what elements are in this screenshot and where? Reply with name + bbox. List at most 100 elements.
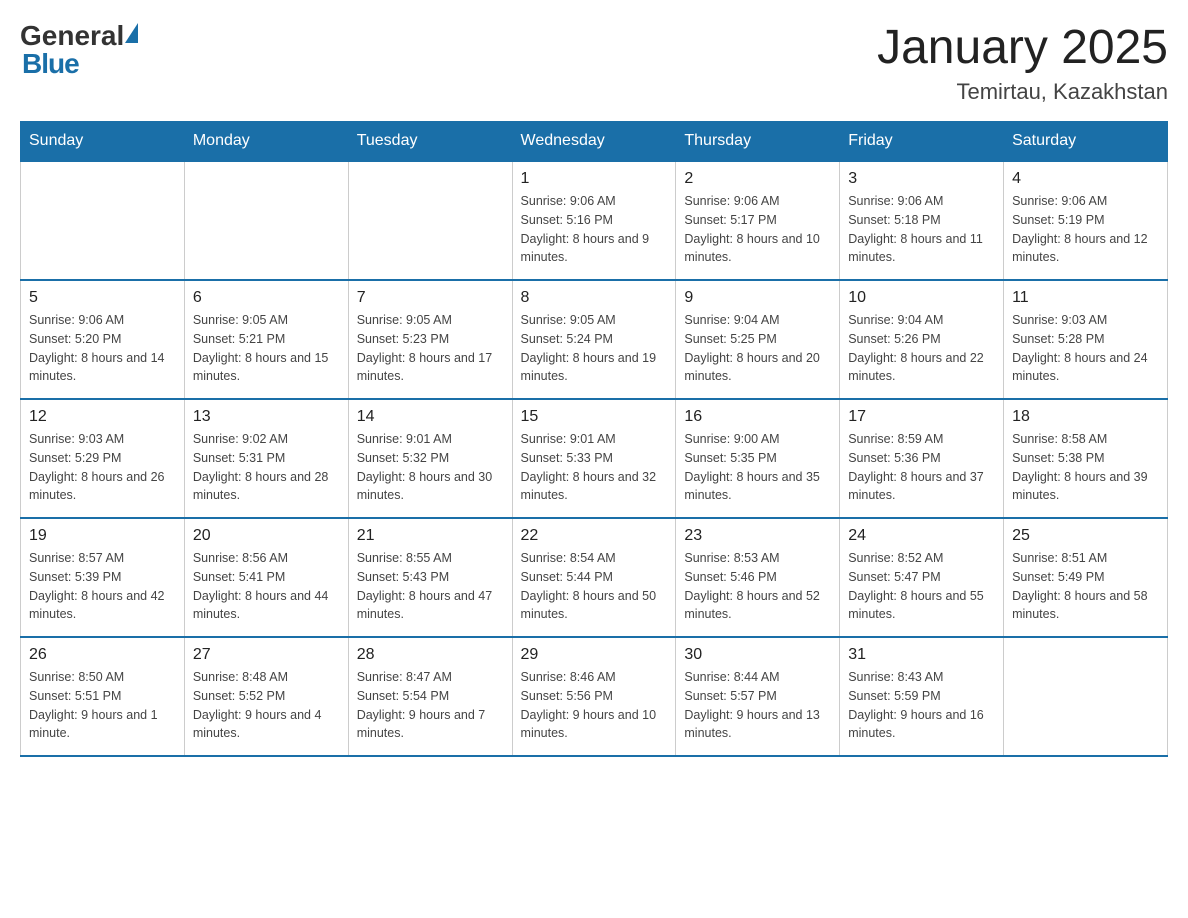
day-number: 23 [684, 527, 831, 545]
calendar-cell: 20Sunrise: 8:56 AM Sunset: 5:41 PM Dayli… [184, 518, 348, 637]
day-number: 2 [684, 170, 831, 188]
col-wednesday: Wednesday [512, 122, 676, 162]
day-number: 14 [357, 408, 504, 426]
calendar-cell: 24 Sunrise: 8:52 AM Sunset: 5:47 PM Dayli… [840, 518, 1004, 637]
day-number: 4 [1012, 170, 1159, 188]
col-friday: Friday [840, 122, 1004, 162]
calendar-cell: 9 Sunrise: 9:04 AM Sunset: 5:25 PM Daylig… [676, 280, 840, 399]
day-info: Sunrise: 9:04 AM Sunset: 5:25 PM Dayligh… [684, 311, 831, 386]
logo: General Blue [20, 20, 138, 80]
day-number: 26 [29, 646, 176, 664]
day-number: 13 [193, 408, 340, 426]
calendar-cell: 28 Sunrise: 8:47 AM Sunset: 5:54 PM Dayli… [348, 637, 512, 756]
calendar-cell: 13 Sunrise: 9:02 AM Sunset: 5:31 PM Dayli… [184, 399, 348, 518]
col-thursday: Thursday [676, 122, 840, 162]
calendar-cell: 31 Sunrise: 8:43 AM Sunset: 5:59 PM Dayli… [840, 637, 1004, 756]
day-info: Sunrise: 8:48 AM Sunset: 5:52 PM Dayligh… [193, 668, 340, 743]
day-number: 3 [848, 170, 995, 188]
calendar-cell: 18 Sunrise: 8:58 AM Sunset: 5:38 PM Dayli… [1004, 399, 1168, 518]
calendar-cell [21, 161, 185, 280]
day-info: Sunrise: 8:55 AM Sunset: 5:43 PM Dayligh… [357, 549, 504, 624]
calendar-cell: 19 Sunrise: 8:57 AM Sunset: 5:39 PM Dayli… [21, 518, 185, 637]
day-info: Sunrise: 9:06 AM Sunset: 5:16 PM Dayligh… [521, 192, 668, 267]
day-info: Sunrise: 8:58 AM Sunset: 5:38 PM Dayligh… [1012, 430, 1159, 505]
day-number: 8 [521, 289, 668, 307]
day-info: Sunrise: 9:02 AM Sunset: 5:31 PM Dayligh… [193, 430, 340, 505]
calendar-cell: 16 Sunrise: 9:00 AM Sunset: 5:35 PM Dayli… [676, 399, 840, 518]
day-number: 16 [684, 408, 831, 426]
day-info: Sunrise: 9:06 AM Sunset: 5:17 PM Dayligh… [684, 192, 831, 267]
calendar-cell: 6Sunrise: 9:05 AM Sunset: 5:21 PM Daylig… [184, 280, 348, 399]
logo-triangle-icon [125, 23, 138, 43]
day-number: 24 [848, 527, 995, 545]
calendar-cell: 25Sunrise: 8:51 AM Sunset: 5:49 PM Dayli… [1004, 518, 1168, 637]
day-number: 7 [357, 289, 504, 307]
day-info: Sunrise: 9:05 AM Sunset: 5:23 PM Dayligh… [357, 311, 504, 386]
day-info: Sunrise: 8:46 AM Sunset: 5:56 PM Dayligh… [521, 668, 668, 743]
calendar-cell: 11 Sunrise: 9:03 AM Sunset: 5:28 PM Dayli… [1004, 280, 1168, 399]
col-sunday: Sunday [21, 122, 185, 162]
calendar-cell [184, 161, 348, 280]
week-row-3: 12 Sunrise: 9:03 AM Sunset: 5:29 PM Dayli… [21, 399, 1168, 518]
calendar-cell: 3 Sunrise: 9:06 AM Sunset: 5:18 PM Daylig… [840, 161, 1004, 280]
day-number: 6 [193, 289, 340, 307]
day-number: 12 [29, 408, 176, 426]
calendar-cell: 17 Sunrise: 8:59 AM Sunset: 5:36 PM Dayli… [840, 399, 1004, 518]
day-info: Sunrise: 9:03 AM Sunset: 5:28 PM Dayligh… [1012, 311, 1159, 386]
day-number: 28 [357, 646, 504, 664]
week-row-4: 19 Sunrise: 8:57 AM Sunset: 5:39 PM Dayli… [21, 518, 1168, 637]
month-title: January 2025 [877, 20, 1168, 75]
calendar-cell: 8 Sunrise: 9:05 AM Sunset: 5:24 PM Daylig… [512, 280, 676, 399]
day-info: Sunrise: 8:52 AM Sunset: 5:47 PM Dayligh… [848, 549, 995, 624]
day-number: 29 [521, 646, 668, 664]
calendar-cell: 1Sunrise: 9:06 AM Sunset: 5:16 PM Daylig… [512, 161, 676, 280]
day-number: 21 [357, 527, 504, 545]
day-info: Sunrise: 8:53 AM Sunset: 5:46 PM Dayligh… [684, 549, 831, 624]
day-info: Sunrise: 9:06 AM Sunset: 5:19 PM Dayligh… [1012, 192, 1159, 267]
day-number: 22 [521, 527, 668, 545]
calendar-table: Sunday Monday Tuesday Wednesday Thursday… [20, 121, 1168, 757]
calendar-cell [1004, 637, 1168, 756]
day-info: Sunrise: 9:01 AM Sunset: 5:32 PM Dayligh… [357, 430, 504, 505]
day-info: Sunrise: 8:56 AM Sunset: 5:41 PM Dayligh… [193, 549, 340, 624]
day-info: Sunrise: 8:54 AM Sunset: 5:44 PM Dayligh… [521, 549, 668, 624]
calendar-cell: 2 Sunrise: 9:06 AM Sunset: 5:17 PM Daylig… [676, 161, 840, 280]
calendar-cell: 30 Sunrise: 8:44 AM Sunset: 5:57 PM Dayli… [676, 637, 840, 756]
day-number: 31 [848, 646, 995, 664]
week-row-1: 1Sunrise: 9:06 AM Sunset: 5:16 PM Daylig… [21, 161, 1168, 280]
day-number: 30 [684, 646, 831, 664]
calendar-cell [348, 161, 512, 280]
calendar-cell: 7 Sunrise: 9:05 AM Sunset: 5:23 PM Daylig… [348, 280, 512, 399]
calendar-cell: 29 Sunrise: 8:46 AM Sunset: 5:56 PM Dayli… [512, 637, 676, 756]
col-tuesday: Tuesday [348, 122, 512, 162]
calendar-cell: 23 Sunrise: 8:53 AM Sunset: 5:46 PM Dayli… [676, 518, 840, 637]
calendar-cell: 26 Sunrise: 8:50 AM Sunset: 5:51 PM Dayli… [21, 637, 185, 756]
day-info: Sunrise: 9:05 AM Sunset: 5:24 PM Dayligh… [521, 311, 668, 386]
day-number: 18 [1012, 408, 1159, 426]
day-number: 15 [521, 408, 668, 426]
day-number: 27 [193, 646, 340, 664]
day-info: Sunrise: 8:44 AM Sunset: 5:57 PM Dayligh… [684, 668, 831, 743]
day-info: Sunrise: 9:03 AM Sunset: 5:29 PM Dayligh… [29, 430, 176, 505]
day-info: Sunrise: 8:57 AM Sunset: 5:39 PM Dayligh… [29, 549, 176, 624]
calendar-cell: 22 Sunrise: 8:54 AM Sunset: 5:44 PM Dayli… [512, 518, 676, 637]
page-header: General Blue January 2025 Temirtau, Kaza… [20, 20, 1168, 105]
day-info: Sunrise: 8:51 AM Sunset: 5:49 PM Dayligh… [1012, 549, 1159, 624]
day-number: 19 [29, 527, 176, 545]
day-info: Sunrise: 8:50 AM Sunset: 5:51 PM Dayligh… [29, 668, 176, 743]
day-info: Sunrise: 8:47 AM Sunset: 5:54 PM Dayligh… [357, 668, 504, 743]
week-row-2: 5Sunrise: 9:06 AM Sunset: 5:20 PM Daylig… [21, 280, 1168, 399]
day-number: 10 [848, 289, 995, 307]
day-info: Sunrise: 9:00 AM Sunset: 5:35 PM Dayligh… [684, 430, 831, 505]
day-info: Sunrise: 9:06 AM Sunset: 5:20 PM Dayligh… [29, 311, 176, 386]
day-info: Sunrise: 8:43 AM Sunset: 5:59 PM Dayligh… [848, 668, 995, 743]
title-area: January 2025 Temirtau, Kazakhstan [877, 20, 1168, 105]
day-info: Sunrise: 9:04 AM Sunset: 5:26 PM Dayligh… [848, 311, 995, 386]
calendar-cell: 21 Sunrise: 8:55 AM Sunset: 5:43 PM Dayli… [348, 518, 512, 637]
day-number: 11 [1012, 289, 1159, 307]
day-number: 17 [848, 408, 995, 426]
day-number: 9 [684, 289, 831, 307]
day-info: Sunrise: 8:59 AM Sunset: 5:36 PM Dayligh… [848, 430, 995, 505]
col-saturday: Saturday [1004, 122, 1168, 162]
day-info: Sunrise: 9:06 AM Sunset: 5:18 PM Dayligh… [848, 192, 995, 267]
